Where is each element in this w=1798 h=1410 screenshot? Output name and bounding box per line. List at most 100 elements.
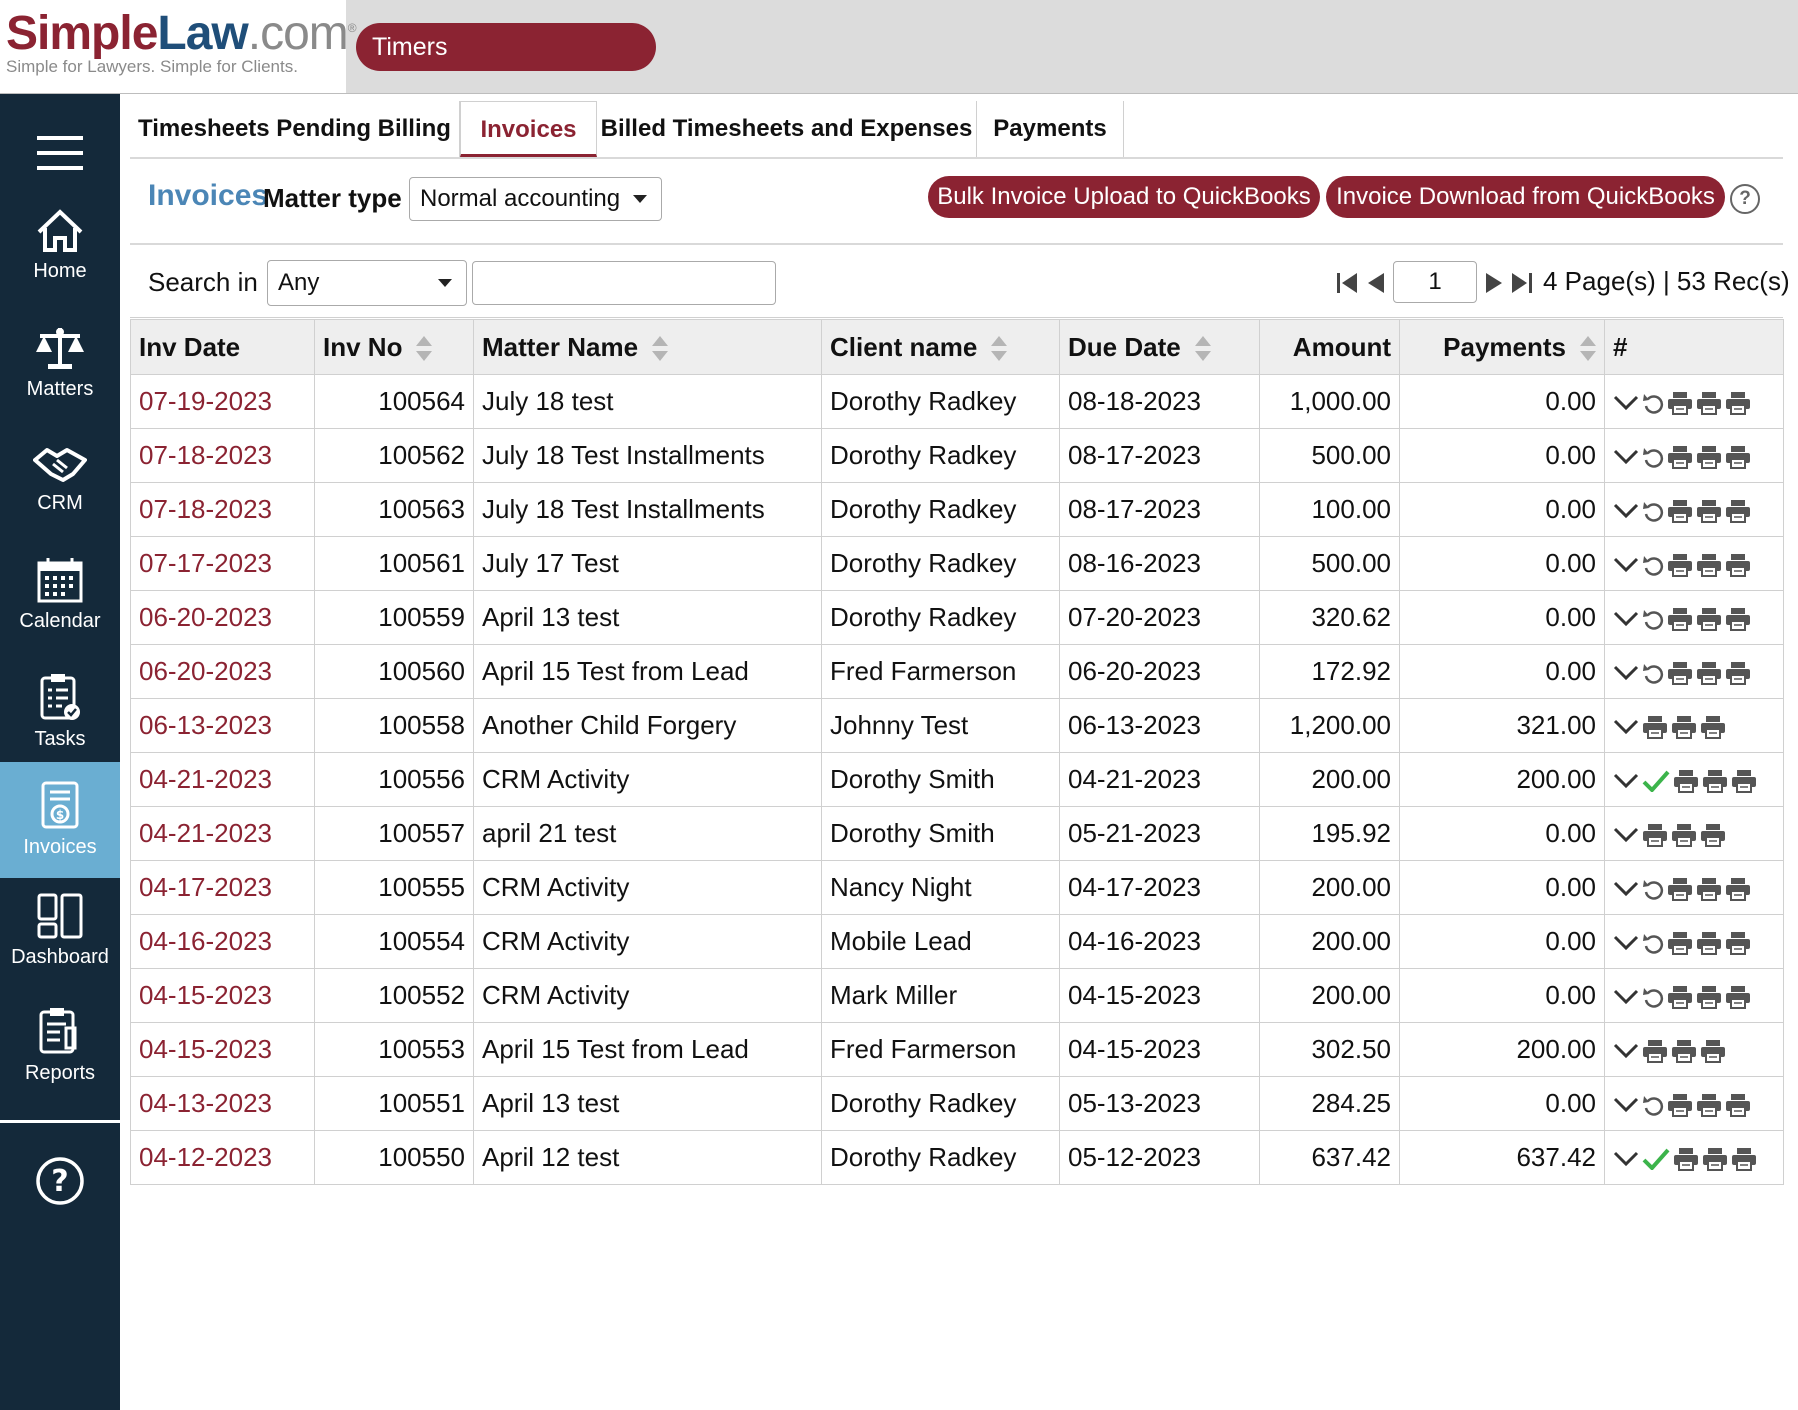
chevron-down-icon[interactable]: [1613, 772, 1639, 790]
search-input[interactable]: [472, 261, 776, 305]
inv-date-link[interactable]: 06-13-2023: [130, 698, 315, 753]
table-row[interactable]: 07-18-2023 100563 July 18 Test Installment…: [130, 482, 1784, 537]
column-header-payments[interactable]: Payments: [1399, 319, 1605, 375]
printer-icon[interactable]: [1725, 877, 1751, 902]
printer-icon[interactable]: [1700, 715, 1726, 740]
chevron-down-icon[interactable]: [1613, 1042, 1639, 1060]
printer-icon[interactable]: [1667, 931, 1693, 956]
table-row[interactable]: 04-21-2023 100556 CRM Activity Dorothy Smit…: [130, 752, 1784, 807]
chevron-down-icon[interactable]: [1613, 448, 1639, 466]
chevron-down-icon[interactable]: [1613, 394, 1639, 412]
sidebar-item-invoices[interactable]: $ Invoices: [0, 762, 120, 878]
tab-billed-timesheets[interactable]: Billed Timesheets and Expenses: [597, 101, 977, 157]
printer-icon[interactable]: [1696, 661, 1722, 686]
inv-date-link[interactable]: 04-13-2023: [130, 1076, 315, 1131]
sidebar-item-reports[interactable]: Reports: [0, 994, 120, 1110]
printer-icon[interactable]: [1673, 769, 1699, 794]
printer-icon[interactable]: [1673, 1147, 1699, 1172]
printer-icon[interactable]: [1731, 1147, 1757, 1172]
bulk-upload-quickbooks-button[interactable]: Bulk Invoice Upload to QuickBooks: [928, 176, 1320, 218]
page-number-input[interactable]: 1: [1393, 261, 1477, 303]
previous-page-icon[interactable]: [1366, 273, 1386, 293]
printer-icon[interactable]: [1731, 769, 1757, 794]
undo-icon[interactable]: [1642, 391, 1664, 415]
sort-icon[interactable]: [991, 335, 1008, 362]
sidebar-item-matters[interactable]: Matters: [0, 314, 120, 430]
printer-icon[interactable]: [1671, 715, 1697, 740]
printer-icon[interactable]: [1642, 1039, 1668, 1064]
inv-date-link[interactable]: 04-17-2023: [130, 860, 315, 915]
menu-button[interactable]: [0, 118, 120, 188]
printer-icon[interactable]: [1667, 607, 1693, 632]
printer-icon[interactable]: [1696, 607, 1722, 632]
chevron-down-icon[interactable]: [1613, 826, 1639, 844]
sidebar-item-crm[interactable]: CRM: [0, 430, 120, 546]
printer-icon[interactable]: [1725, 553, 1751, 578]
inv-date-link[interactable]: 06-20-2023: [130, 590, 315, 645]
inv-date-link[interactable]: 04-16-2023: [130, 914, 315, 969]
undo-icon[interactable]: [1642, 499, 1664, 523]
inv-date-link[interactable]: 04-21-2023: [130, 752, 315, 807]
table-row[interactable]: 04-15-2023 100552 CRM Activity Mark Miller 0…: [130, 968, 1784, 1023]
printer-icon[interactable]: [1725, 931, 1751, 956]
undo-icon[interactable]: [1642, 553, 1664, 577]
chevron-down-icon[interactable]: [1613, 664, 1639, 682]
undo-icon[interactable]: [1642, 661, 1664, 685]
download-quickbooks-button[interactable]: Invoice Download from QuickBooks: [1326, 176, 1725, 218]
chevron-down-icon[interactable]: [1613, 610, 1639, 628]
printer-icon[interactable]: [1667, 877, 1693, 902]
printer-icon[interactable]: [1667, 499, 1693, 524]
chevron-down-icon[interactable]: [1613, 880, 1639, 898]
undo-icon[interactable]: [1642, 607, 1664, 631]
printer-icon[interactable]: [1702, 769, 1728, 794]
printer-icon[interactable]: [1667, 985, 1693, 1010]
chevron-down-icon[interactable]: [1613, 934, 1639, 952]
logo[interactable]: SimpleLaw.com® Simple for Lawyers. Simpl…: [0, 0, 357, 93]
table-row[interactable]: 04-12-2023 100550 April 12 test Dorothy Rad…: [130, 1130, 1784, 1185]
sort-icon[interactable]: [416, 335, 433, 362]
printer-icon[interactable]: [1725, 1093, 1751, 1118]
printer-icon[interactable]: [1725, 607, 1751, 632]
sidebar-item-dashboard[interactable]: Dashboard: [0, 878, 120, 994]
matter-type-select[interactable]: Normal accounting: [409, 177, 662, 221]
printer-icon[interactable]: [1700, 823, 1726, 848]
tab-invoices[interactable]: Invoices: [460, 101, 597, 157]
chevron-down-icon[interactable]: [1613, 502, 1639, 520]
table-row[interactable]: 04-21-2023 100557 april 21 test Dorothy Smi…: [130, 806, 1784, 861]
printer-icon[interactable]: [1696, 985, 1722, 1010]
inv-date-link[interactable]: 04-21-2023: [130, 806, 315, 861]
printer-icon[interactable]: [1671, 823, 1697, 848]
printer-icon[interactable]: [1696, 553, 1722, 578]
sort-icon[interactable]: [1194, 335, 1211, 362]
table-row[interactable]: 07-19-2023 100564 July 18 test Dorothy Radk…: [130, 374, 1784, 429]
printer-icon[interactable]: [1671, 1039, 1697, 1064]
table-row[interactable]: 06-20-2023 100559 April 13 test Dorothy Rad…: [130, 590, 1784, 645]
sidebar-help-button[interactable]: ?: [0, 1144, 120, 1224]
printer-icon[interactable]: [1725, 391, 1751, 416]
chevron-down-icon[interactable]: [1613, 988, 1639, 1006]
last-page-icon[interactable]: [1510, 273, 1532, 293]
next-page-icon[interactable]: [1484, 273, 1504, 293]
search-scope-select[interactable]: Any: [267, 260, 467, 306]
chevron-down-icon[interactable]: [1613, 1096, 1639, 1114]
column-header-client-name[interactable]: Client name: [821, 319, 1060, 375]
printer-icon[interactable]: [1696, 391, 1722, 416]
table-row[interactable]: 06-20-2023 100560 April 15 Test from Lead F…: [130, 644, 1784, 699]
printer-icon[interactable]: [1725, 661, 1751, 686]
chevron-down-icon[interactable]: [1613, 556, 1639, 574]
inv-date-link[interactable]: 06-20-2023: [130, 644, 315, 699]
printer-icon[interactable]: [1696, 1093, 1722, 1118]
tab-payments[interactable]: Payments: [977, 101, 1124, 157]
sidebar-item-calendar[interactable]: Calendar: [0, 546, 120, 662]
column-header-inv-no[interactable]: Inv No: [314, 319, 474, 375]
printer-icon[interactable]: [1667, 445, 1693, 470]
inv-date-link[interactable]: 07-17-2023: [130, 536, 315, 591]
printer-icon[interactable]: [1642, 823, 1668, 848]
printer-icon[interactable]: [1667, 553, 1693, 578]
undo-icon[interactable]: [1642, 985, 1664, 1009]
printer-icon[interactable]: [1725, 985, 1751, 1010]
column-header-due-date[interactable]: Due Date: [1059, 319, 1260, 375]
table-row[interactable]: 06-13-2023 100558 Another Child Forgery Joh…: [130, 698, 1784, 753]
table-row[interactable]: 07-18-2023 100562 July 18 Test Installment…: [130, 428, 1784, 483]
column-header-inv-date[interactable]: Inv Date: [130, 319, 315, 375]
